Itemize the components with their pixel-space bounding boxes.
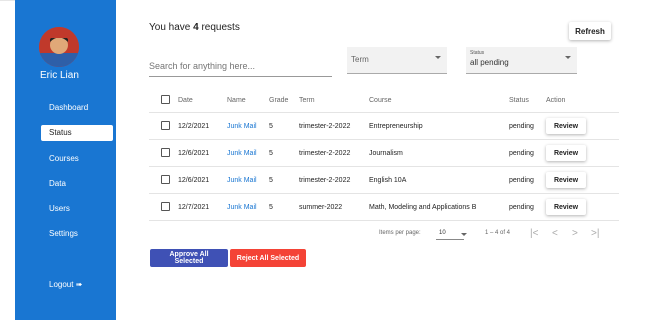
cell-action: Review	[546, 112, 619, 140]
cell-course: Math, Modeling and Applications B	[369, 193, 509, 221]
row-select-cell	[149, 193, 178, 221]
sidebar-item-data[interactable]: Data	[41, 176, 113, 192]
cell-action: Review	[546, 166, 619, 194]
pagination-range: 1 – 4 of 4	[485, 230, 511, 236]
cell-grade: 5	[269, 139, 299, 167]
row-checkbox[interactable]	[161, 174, 170, 184]
column-header-date: Date	[178, 88, 227, 113]
select-all-checkbox[interactable]	[161, 94, 170, 104]
column-header-action: Action	[546, 88, 619, 113]
search-input[interactable]	[149, 56, 332, 77]
approve-all-selected-button[interactable]: Approve All Selected	[150, 249, 228, 267]
cell-grade: 5	[269, 112, 299, 140]
term-select[interactable]: Term	[347, 47, 447, 74]
chevron-down-icon	[565, 56, 571, 59]
cell-date: 12/2/2021	[178, 112, 227, 140]
cell-action: Review	[546, 139, 619, 167]
cell-term: summer-2022	[299, 193, 369, 221]
cell-name-link[interactable]: Junk Mail	[227, 139, 269, 167]
cell-course: Entrepreneurship	[369, 112, 509, 140]
user-name: Eric Lian	[40, 70, 79, 81]
title-prefix: You have	[149, 22, 194, 33]
last-page-icon[interactable]: >|	[591, 228, 599, 239]
row-select-cell	[149, 139, 178, 167]
sidebar: Eric Lian Dashboard Status Courses Data …	[15, 0, 116, 320]
page-title: You have 4 requests	[149, 22, 240, 33]
sidebar-item-settings[interactable]: Settings	[41, 226, 113, 242]
cell-term: trimester-2-2022	[299, 112, 369, 140]
row-checkbox[interactable]	[161, 147, 170, 157]
chevron-down-icon[interactable]	[461, 233, 467, 236]
sidebar-item-status[interactable]: Status	[41, 125, 113, 141]
column-header-status: Status	[509, 88, 546, 113]
cell-grade: 5	[269, 193, 299, 221]
sidebar-item-users[interactable]: Users	[41, 201, 113, 217]
table-header-row: Date Name Grade Term Course Status Actio…	[149, 88, 619, 113]
cell-grade: 5	[269, 166, 299, 194]
table-row: 12/2/2021 Junk Mail 5 trimester-2-2022 E…	[149, 112, 619, 140]
column-header-grade: Grade	[269, 88, 299, 113]
cell-name-link[interactable]: Junk Mail	[227, 193, 269, 221]
term-select-label: Term	[351, 55, 369, 64]
row-checkbox[interactable]	[161, 201, 170, 211]
next-page-icon[interactable]: >	[572, 228, 578, 239]
cell-course: Journalism	[369, 139, 509, 167]
cell-name-link[interactable]: Junk Mail	[227, 112, 269, 140]
review-button[interactable]: Review	[546, 199, 586, 215]
sidebar-item-dashboard[interactable]: Dashboard	[41, 100, 113, 116]
cell-term: trimester-2-2022	[299, 139, 369, 167]
column-header-course: Course	[369, 88, 509, 113]
column-header-name: Name	[227, 88, 269, 113]
table-row: 12/7/2021 Junk Mail 5 summer-2022 Math, …	[149, 193, 619, 221]
reject-all-selected-button[interactable]: Reject All Selected	[230, 249, 306, 267]
status-select-value: all pending	[470, 58, 509, 67]
row-checkbox[interactable]	[161, 120, 170, 130]
review-button[interactable]: Review	[546, 118, 586, 134]
review-button[interactable]: Review	[546, 172, 586, 188]
cell-date: 12/6/2021	[178, 166, 227, 194]
cell-term: trimester-2-2022	[299, 166, 369, 194]
cell-status: pending	[509, 166, 546, 194]
sidebar-item-courses[interactable]: Courses	[41, 151, 113, 167]
first-page-icon[interactable]: |<	[530, 228, 538, 239]
avatar	[39, 27, 79, 67]
avatar-image	[39, 27, 79, 67]
table-row: 12/6/2021 Junk Mail 5 trimester-2-2022 J…	[149, 139, 619, 167]
cell-name-link[interactable]: Junk Mail	[227, 166, 269, 194]
cell-date: 12/7/2021	[178, 193, 227, 221]
previous-page-icon[interactable]: <	[552, 228, 558, 239]
cell-status: pending	[509, 112, 546, 140]
items-per-page-label: Items per page:	[379, 230, 421, 236]
refresh-button[interactable]: Refresh	[569, 22, 611, 40]
requests-table: Date Name Grade Term Course Status Actio…	[149, 88, 619, 221]
select-all-cell	[149, 88, 178, 113]
cell-date: 12/6/2021	[178, 139, 227, 167]
table-row: 12/6/2021 Junk Mail 5 trimester-2-2022 E…	[149, 166, 619, 194]
cell-course: English 10A	[369, 166, 509, 194]
title-suffix: requests	[198, 22, 240, 33]
cell-status: pending	[509, 139, 546, 167]
main-content: You have 4 requests Refresh Term Status …	[116, 0, 645, 320]
items-per-page-select[interactable]: 10	[439, 230, 446, 236]
status-select-label: Status	[470, 50, 485, 56]
column-header-term: Term	[299, 88, 369, 113]
items-per-page-underline	[436, 239, 464, 240]
logout-link[interactable]: Logout ➠	[49, 280, 82, 289]
cell-action: Review	[546, 193, 619, 221]
row-select-cell	[149, 112, 178, 140]
row-select-cell	[149, 166, 178, 194]
review-button[interactable]: Review	[546, 145, 586, 161]
status-select[interactable]: Status all pending	[466, 47, 577, 74]
chevron-down-icon	[435, 56, 441, 59]
cell-status: pending	[509, 193, 546, 221]
